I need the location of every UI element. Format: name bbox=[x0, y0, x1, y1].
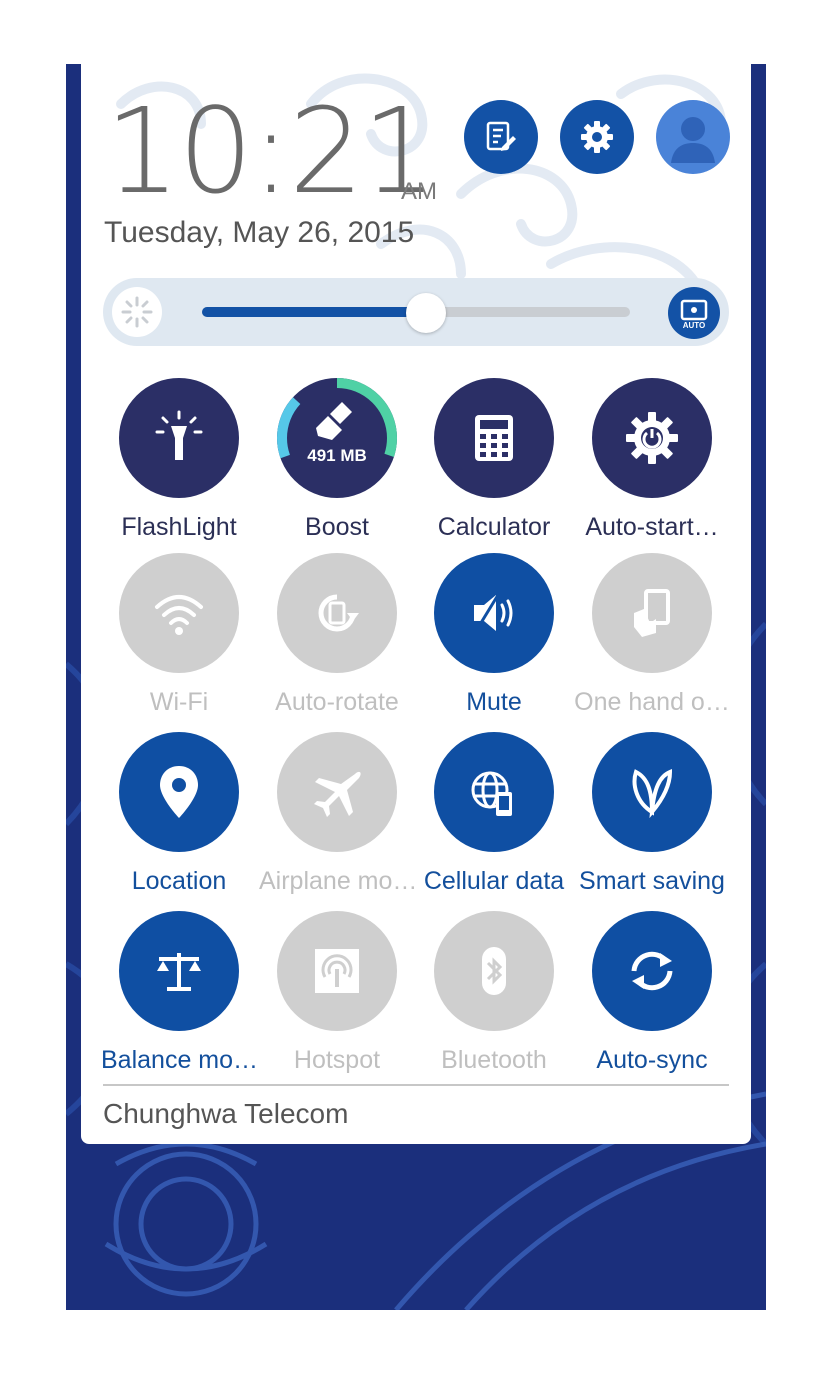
cellular-data-toggle[interactable] bbox=[434, 732, 554, 852]
gear-icon bbox=[581, 121, 613, 153]
mute-speaker-icon bbox=[474, 594, 513, 632]
hotspot-icon bbox=[315, 949, 359, 993]
avatar-icon bbox=[671, 117, 715, 163]
tile-label: Cellular data bbox=[423, 867, 565, 895]
tile-smart-saving[interactable]: Smart saving bbox=[574, 732, 730, 896]
tile-label: Smart saving bbox=[579, 867, 725, 895]
divider bbox=[103, 1084, 729, 1086]
hotspot-toggle[interactable] bbox=[277, 911, 397, 1031]
tile-label: Wi-Fi bbox=[149, 688, 209, 716]
settings-button[interactable] bbox=[560, 100, 634, 174]
tile-boost[interactable]: 491 MB Boost bbox=[259, 378, 415, 542]
gear-power-icon bbox=[626, 412, 678, 464]
sync-icon bbox=[631, 951, 673, 991]
one-hand-icon bbox=[634, 589, 670, 637]
tile-location[interactable]: Location bbox=[101, 732, 257, 896]
location-pin-icon bbox=[160, 766, 198, 818]
tile-calculator[interactable]: Calculator bbox=[416, 378, 572, 542]
tile-bluetooth[interactable]: Bluetooth bbox=[416, 911, 572, 1075]
flashlight-icon bbox=[155, 410, 203, 460]
tile-one-hand[interactable]: One hand o… bbox=[574, 553, 730, 717]
auto-sync-toggle[interactable] bbox=[592, 911, 712, 1031]
clock-time: 10:21 bbox=[105, 82, 437, 220]
airplane-toggle[interactable] bbox=[277, 732, 397, 852]
leaf-icon bbox=[632, 769, 673, 819]
tile-wifi[interactable]: Wi-Fi bbox=[101, 553, 257, 717]
wifi-toggle[interactable] bbox=[119, 553, 239, 673]
auto-brightness-button[interactable]: AUTO bbox=[668, 287, 720, 339]
tile-airplane[interactable]: Airplane mo… bbox=[259, 732, 415, 896]
tile-balance-mode[interactable]: Balance mo… bbox=[101, 911, 257, 1075]
tile-auto-sync[interactable]: Auto-sync bbox=[574, 911, 730, 1075]
mute-toggle[interactable] bbox=[434, 553, 554, 673]
brightness-slider-fill bbox=[202, 307, 416, 317]
edit-list-icon bbox=[486, 121, 516, 151]
calculator-icon bbox=[475, 415, 513, 461]
tile-label: One hand o… bbox=[574, 688, 730, 716]
tile-label: Bluetooth bbox=[441, 1046, 547, 1074]
bluetooth-toggle[interactable] bbox=[434, 911, 554, 1031]
tile-label: Location bbox=[131, 867, 227, 895]
clock-ampm: AM bbox=[401, 178, 437, 205]
date-text: Tuesday, May 26, 2015 bbox=[104, 216, 415, 249]
auto-brightness-icon: AUTO bbox=[680, 299, 708, 330]
bluetooth-icon bbox=[482, 947, 506, 995]
location-toggle[interactable] bbox=[119, 732, 239, 852]
tile-auto-start[interactable]: Auto-start… bbox=[574, 378, 730, 542]
tile-label: FlashLight bbox=[121, 513, 237, 541]
balance-scale-icon bbox=[157, 953, 201, 991]
tile-label: Balance mo… bbox=[101, 1046, 257, 1074]
auto-brightness-label: AUTO bbox=[683, 321, 706, 330]
tile-label: Calculator bbox=[437, 513, 551, 541]
tile-label: Auto-rotate bbox=[275, 688, 399, 716]
broom-icon bbox=[316, 402, 352, 440]
boost-toggle[interactable]: 491 MB bbox=[277, 378, 397, 498]
tile-mute[interactable]: Mute bbox=[416, 553, 572, 717]
one-hand-toggle[interactable] bbox=[592, 553, 712, 673]
tile-flashlight[interactable]: FlashLight bbox=[101, 378, 257, 542]
tile-label: Boost bbox=[305, 513, 369, 541]
user-profile-button[interactable] bbox=[656, 100, 730, 174]
tile-label: Auto-sync bbox=[596, 1046, 708, 1074]
rotate-icon bbox=[318, 594, 359, 632]
globe-phone-icon bbox=[471, 771, 512, 816]
tile-label: Mute bbox=[466, 688, 522, 716]
tile-cellular-data[interactable]: Cellular data bbox=[416, 732, 572, 896]
flashlight-toggle[interactable] bbox=[119, 378, 239, 498]
calculator-toggle[interactable] bbox=[434, 378, 554, 498]
auto-start-toggle[interactable] bbox=[592, 378, 712, 498]
tile-label: Airplane mo… bbox=[259, 867, 415, 895]
auto-rotate-toggle[interactable] bbox=[277, 553, 397, 673]
tile-label: Auto-start… bbox=[585, 513, 719, 541]
wifi-icon bbox=[155, 595, 203, 635]
smart-saving-toggle[interactable] bbox=[592, 732, 712, 852]
balance-mode-toggle[interactable] bbox=[119, 911, 239, 1031]
brightness-slider-thumb[interactable] bbox=[406, 293, 446, 333]
carrier-name: Chunghwa Telecom bbox=[103, 1098, 349, 1129]
boost-memory-value: 491 MB bbox=[307, 446, 367, 465]
brightness-icon bbox=[112, 287, 162, 337]
tile-auto-rotate[interactable]: Auto-rotate bbox=[259, 553, 415, 717]
tile-label: Hotspot bbox=[293, 1046, 381, 1074]
edit-quick-settings-button[interactable] bbox=[464, 100, 538, 174]
tile-hotspot[interactable]: Hotspot bbox=[259, 911, 415, 1075]
airplane-icon bbox=[314, 771, 361, 817]
